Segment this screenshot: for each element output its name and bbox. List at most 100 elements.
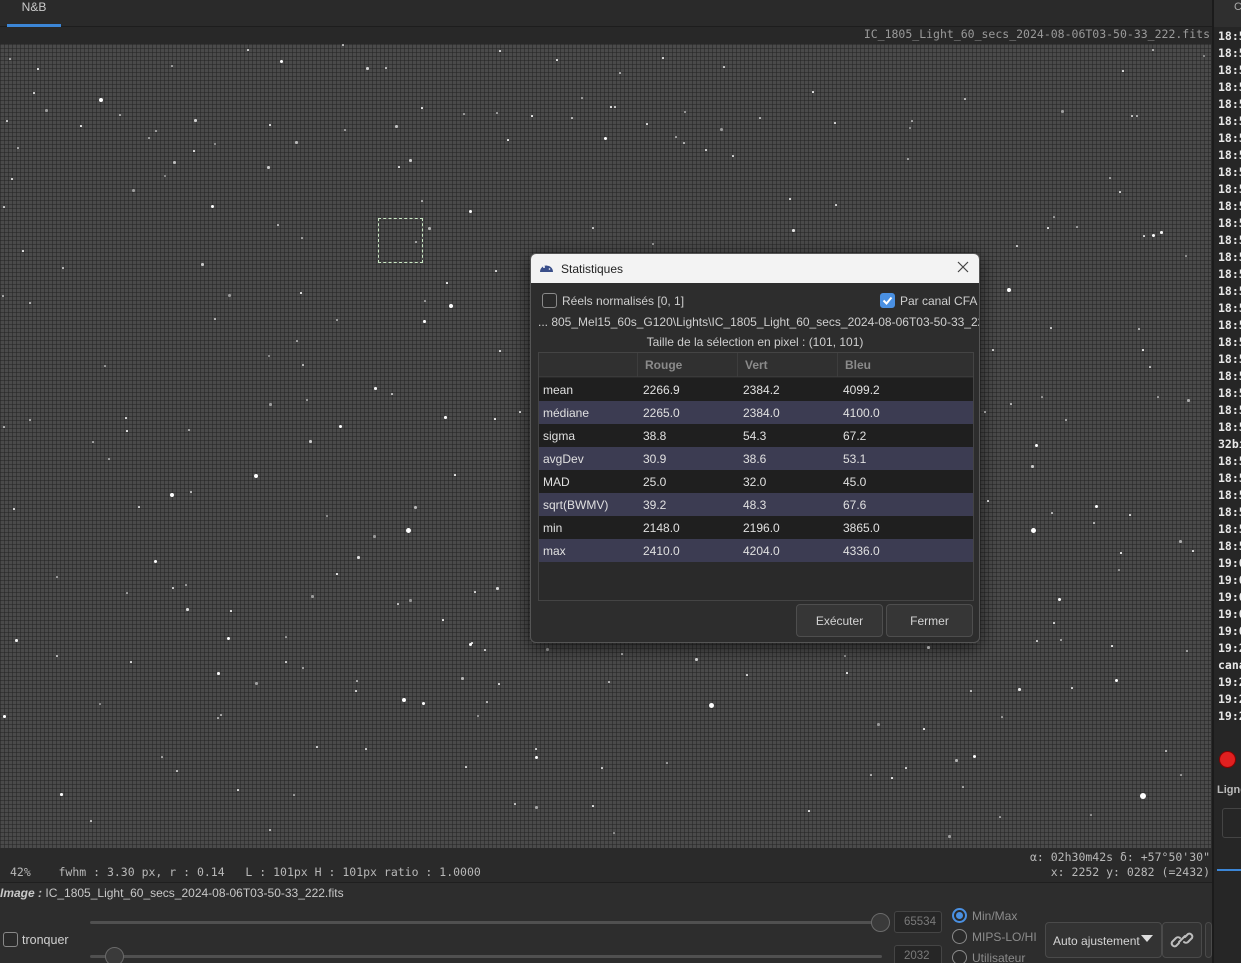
star	[269, 403, 272, 406]
table-row[interactable]: sqrt(BWMV) 39.2 48.3 67.6	[539, 493, 973, 516]
star	[397, 603, 399, 605]
star	[1157, 396, 1159, 398]
table-row[interactable]: sigma 38.8 54.3 67.2	[539, 424, 973, 447]
stat-value: 4336.0	[843, 544, 880, 558]
star	[126, 430, 128, 432]
star	[1109, 177, 1111, 179]
clip-checkbox[interactable]	[3, 932, 18, 947]
radio-user[interactable]	[952, 950, 967, 963]
low-slider-thumb[interactable]	[105, 947, 124, 963]
normalized-checkbox[interactable]	[542, 293, 557, 308]
star	[465, 766, 467, 768]
star	[247, 49, 249, 51]
info-strip: 42% fwhm : 3.30 px, r : 0.14 L : 101px H…	[0, 848, 1212, 882]
star	[185, 584, 187, 586]
dialog-title: Statistiques	[561, 262, 624, 276]
star	[356, 680, 358, 682]
star	[11, 178, 13, 180]
star	[905, 767, 907, 769]
star	[119, 114, 121, 116]
table-row[interactable]: mean 2266.9 2384.2 4099.2	[539, 378, 973, 401]
stretch-mode-select[interactable]: Auto ajustement	[1045, 922, 1162, 958]
table-row[interactable]: min 2148.0 2196.0 3865.0	[539, 516, 973, 539]
star	[446, 282, 448, 284]
log-line: 18:5	[1218, 318, 1241, 332]
star	[285, 661, 287, 663]
log-line: 18:5	[1218, 386, 1241, 400]
console-separator	[1217, 869, 1241, 871]
star	[477, 715, 479, 717]
table-row[interactable]: avgDev 30.9 38.6 53.1	[539, 447, 973, 470]
star	[148, 137, 150, 139]
star	[844, 655, 846, 657]
radio-mips[interactable]	[952, 929, 967, 944]
log-line: 18:5	[1218, 369, 1241, 383]
run-button[interactable]: Exécuter	[796, 604, 883, 637]
extra-toolbar-button[interactable]	[1205, 922, 1212, 958]
cfa-label: Par canal CFA	[900, 294, 978, 308]
star	[1131, 115, 1133, 117]
star	[461, 677, 464, 680]
star	[474, 591, 476, 593]
star	[970, 690, 972, 692]
star	[293, 794, 295, 796]
column-header-green[interactable]: Vert	[745, 358, 768, 372]
high-slider-thumb[interactable]	[871, 913, 890, 932]
star	[1129, 514, 1131, 516]
log-line: 18:5	[1218, 165, 1241, 179]
star	[705, 149, 707, 151]
pixel-coordinates: x: 2252 y: 0282 (=2432)	[1050, 865, 1210, 879]
star	[444, 416, 447, 419]
star	[277, 224, 279, 226]
star	[442, 619, 444, 621]
star	[300, 292, 302, 294]
star	[302, 667, 304, 669]
table-row[interactable]: médiane 2265.0 2384.0 4100.0	[539, 401, 973, 424]
star	[695, 658, 698, 661]
dialog-titlebar[interactable]: Statistiques	[531, 254, 979, 283]
star	[535, 806, 538, 809]
high-value-input[interactable]: 65534	[894, 911, 942, 933]
link-channels-button[interactable]	[1162, 922, 1202, 958]
star	[217, 717, 219, 719]
stat-value: 38.8	[643, 429, 667, 443]
log-line: 18:5	[1218, 216, 1241, 230]
star	[2, 295, 4, 297]
star	[190, 491, 192, 493]
star	[365, 748, 367, 750]
star	[237, 789, 239, 791]
star	[29, 302, 31, 304]
column-header-red[interactable]: Rouge	[645, 358, 682, 372]
stat-name: mean	[543, 383, 574, 397]
console-button[interactable]	[1222, 808, 1241, 838]
table-row[interactable]: max 2410.0 4204.0 4336.0	[539, 539, 973, 562]
star	[132, 189, 135, 192]
star	[909, 127, 911, 129]
low-value-input[interactable]: 2032	[894, 945, 942, 963]
log-line: 19:2	[1218, 709, 1241, 723]
close-button[interactable]: Fermer	[886, 604, 973, 637]
star	[415, 241, 417, 243]
star	[531, 115, 533, 117]
close-icon[interactable]	[955, 259, 971, 275]
tab-nb[interactable]: N&B	[7, 0, 61, 27]
star	[984, 411, 986, 413]
star	[17, 147, 19, 149]
star	[161, 756, 163, 758]
star	[964, 98, 966, 100]
star	[173, 161, 176, 164]
stat-value: 25.0	[643, 475, 667, 489]
star	[746, 674, 748, 676]
record-icon[interactable]	[1219, 751, 1236, 768]
star	[421, 107, 423, 109]
cfa-checkbox[interactable]	[880, 293, 895, 308]
star	[496, 587, 499, 590]
stat-value: 30.9	[643, 452, 667, 466]
table-row[interactable]: MAD 25.0 32.0 45.0	[539, 470, 973, 493]
low-slider-track[interactable]	[90, 955, 882, 958]
high-slider-track[interactable]	[90, 921, 882, 924]
console-section-label: Ligne	[1217, 784, 1241, 796]
star	[153, 559, 157, 563]
radio-minmax[interactable]	[952, 908, 967, 923]
column-header-blue[interactable]: Bleu	[845, 358, 871, 372]
